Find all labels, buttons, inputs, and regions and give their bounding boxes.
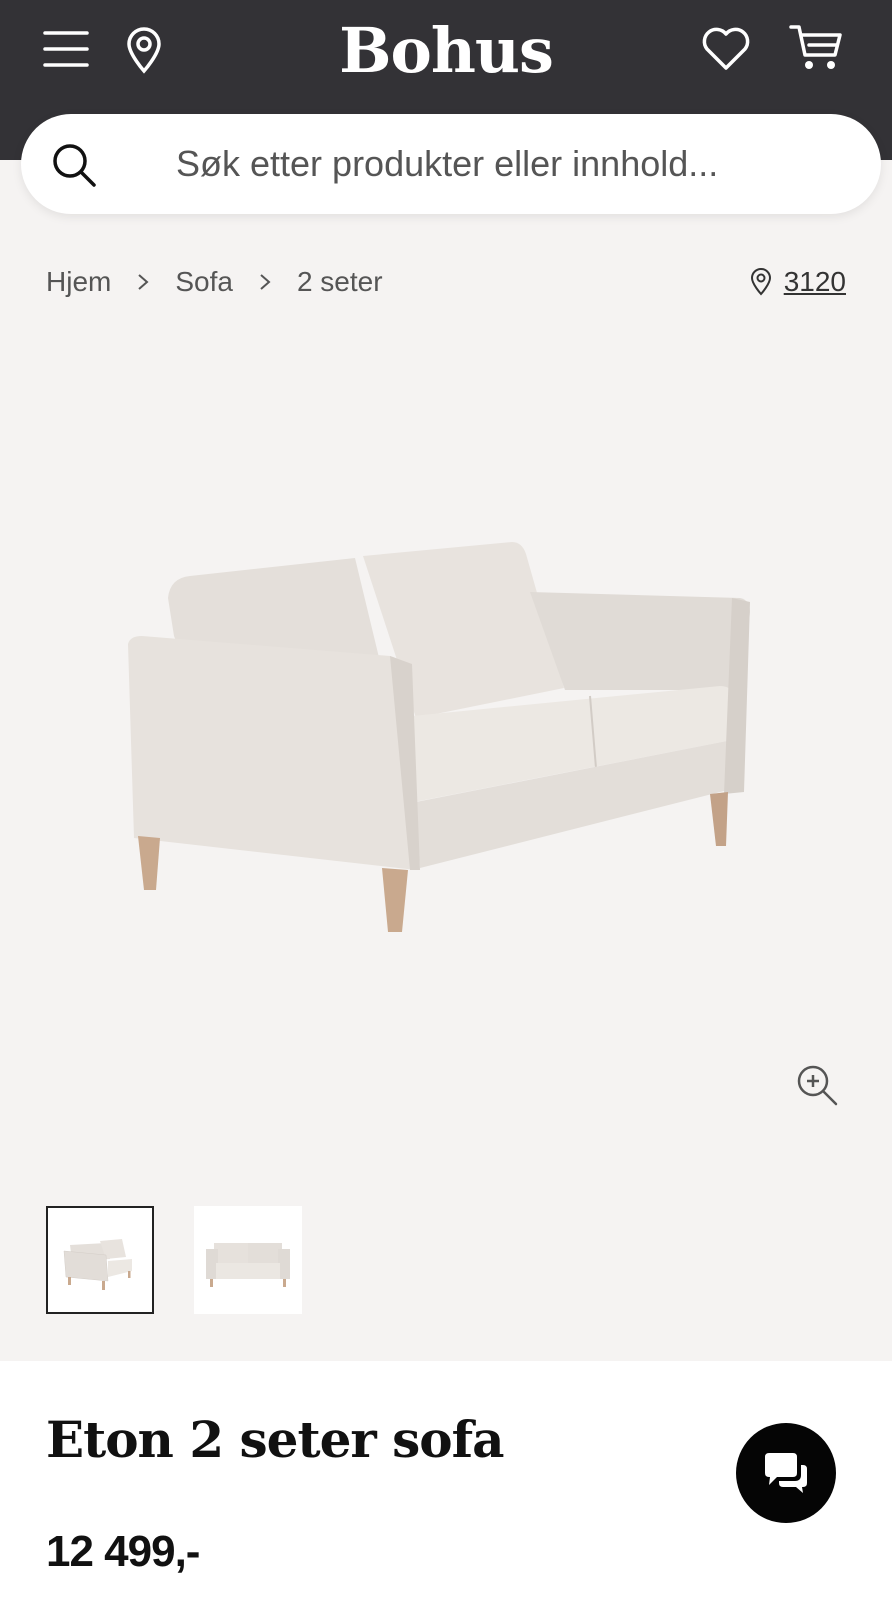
product-image[interactable] [120, 540, 780, 960]
chat-bubbles-icon [761, 1451, 811, 1495]
chevron-right-icon [259, 273, 271, 291]
product-price: 12 499,- [46, 1527, 200, 1576]
store-selector[interactable]: 3120 [750, 262, 846, 302]
thumbnail-2[interactable] [194, 1206, 302, 1314]
location-pin-icon [750, 268, 772, 296]
store-code[interactable]: 3120 [784, 266, 846, 298]
heart-icon[interactable] [700, 24, 752, 74]
breadcrumb: Hjem Sofa 2 seter [46, 262, 383, 302]
search-input[interactable]: Søk etter produkter eller innhold... [176, 114, 718, 214]
cart-icon[interactable] [788, 22, 844, 74]
breadcrumb-home[interactable]: Hjem [46, 266, 111, 298]
breadcrumb-sofa[interactable]: Sofa [175, 266, 233, 298]
breadcrumb-2-seter[interactable]: 2 seter [297, 266, 383, 298]
product-title: Eton 2 seter sofa [46, 1410, 505, 1469]
brand-logo[interactable]: Bohus [0, 14, 892, 87]
zoom-in-icon[interactable] [796, 1064, 838, 1111]
search-bar[interactable]: Søk etter produkter eller innhold... [21, 114, 881, 214]
thumbnail-1[interactable] [46, 1206, 154, 1314]
chevron-right-icon [137, 273, 149, 291]
chat-button[interactable] [736, 1423, 836, 1523]
search-icon [51, 142, 97, 193]
